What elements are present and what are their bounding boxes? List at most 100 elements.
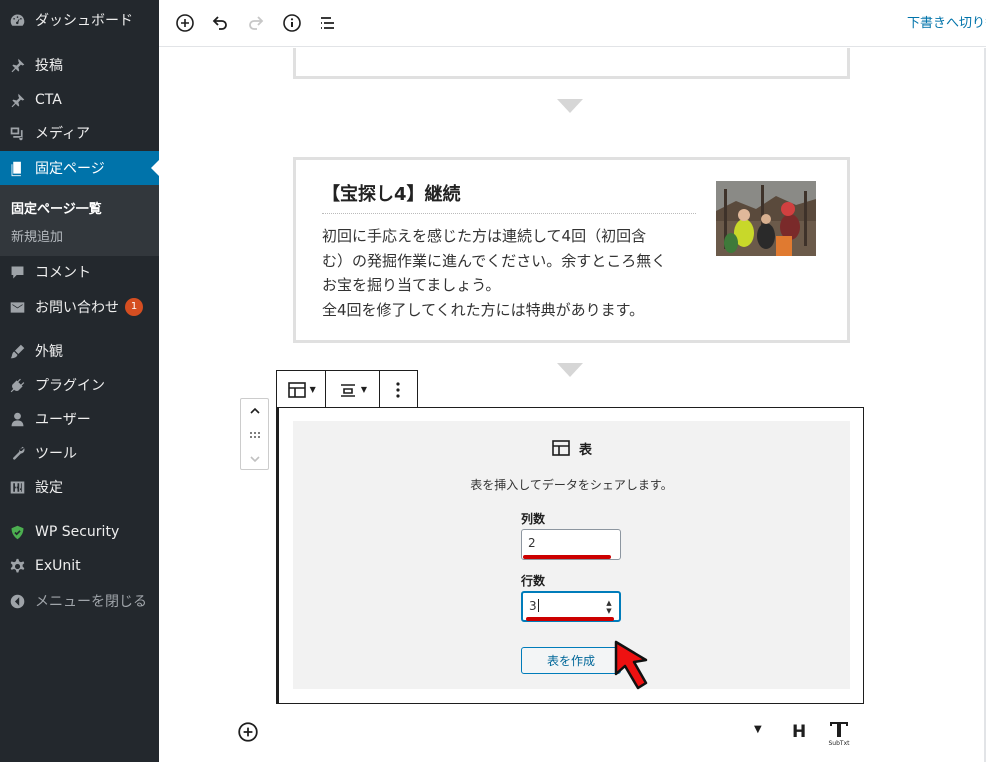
rows-value: 3	[529, 599, 537, 613]
menu-media[interactable]: メディア	[0, 116, 159, 150]
menu-wp-security[interactable]: WP Security	[0, 515, 159, 549]
switch-to-draft-link[interactable]: 下書きへ切り替え	[907, 12, 986, 31]
menu-label: プラグイン	[35, 378, 105, 394]
create-table-button[interactable]: 表を作成	[521, 647, 621, 674]
step-title: 【宝探し4】継続	[322, 184, 461, 205]
dashboard-icon	[9, 12, 26, 29]
collapse-arrow-icon	[9, 593, 26, 610]
user-icon	[9, 411, 26, 428]
submenu-pages-new[interactable]: 新規追加	[11, 226, 63, 245]
block-toolbar: ▼ ▼	[276, 370, 418, 408]
title-divider	[322, 213, 696, 214]
menu-label: ExUnit	[35, 558, 81, 574]
info-icon	[283, 14, 301, 32]
drag-handle[interactable]	[241, 423, 268, 447]
menu-cta[interactable]: CTA	[0, 83, 159, 117]
table-icon	[552, 440, 570, 456]
pages-submenu: 固定ページ一覧 新規追加	[0, 185, 159, 256]
menu-users[interactable]: ユーザー	[0, 402, 159, 436]
menu-appearance[interactable]: 外観	[0, 334, 159, 368]
outline-button[interactable]	[314, 9, 342, 37]
menu-label: 設定	[35, 480, 63, 496]
menu-label: 固定ページ	[35, 161, 105, 177]
plus-circle-icon	[238, 722, 258, 742]
menu-label: WP Security	[35, 524, 120, 540]
menu-label: ツール	[35, 446, 77, 462]
table-icon	[287, 381, 306, 398]
menu-collapse[interactable]: メニューを閉じる	[0, 584, 159, 618]
wrench-icon	[9, 445, 26, 462]
menu-label: 投稿	[35, 58, 63, 74]
highlight-underline	[526, 617, 614, 621]
editor-canvas: 【宝探し4】継続 初回に手応えを感じた方は連続して4回（初回含 む）の発掘作業に…	[159, 48, 986, 762]
menu-plugins[interactable]: プラグイン	[0, 368, 159, 402]
menu-dashboard[interactable]: ダッシュボード	[0, 3, 159, 37]
stepper-up-icon: ▲	[606, 599, 612, 607]
editor-toolbar: 下書きへ切り替え	[159, 0, 986, 47]
red-pointer-arrow-icon	[614, 640, 648, 690]
heading-button[interactable]: H	[792, 722, 806, 742]
undo-button[interactable]	[206, 9, 234, 37]
previous-step-block[interactable]	[293, 48, 850, 79]
caret-down-icon: ▼	[360, 385, 367, 394]
comment-icon	[9, 264, 26, 281]
columns-value: 2	[528, 536, 536, 550]
step-block[interactable]: 【宝探し4】継続 初回に手応えを感じた方は連続して4回（初回含 む）の発掘作業に…	[293, 157, 850, 343]
mail-icon	[9, 299, 26, 316]
menu-comments[interactable]: コメント	[0, 255, 159, 289]
subtext-icon	[830, 722, 848, 737]
rows-label: 行数	[521, 574, 546, 588]
submenu-pages-list[interactable]: 固定ページ一覧	[11, 198, 102, 217]
subtext-label: SubTxt	[828, 740, 850, 747]
arrow-down-divider	[557, 99, 583, 113]
settings-sliders-icon	[9, 479, 26, 496]
arrow-down-divider	[557, 363, 583, 377]
subtext-button[interactable]: SubTxt	[826, 719, 852, 747]
plus-circle-icon	[176, 14, 194, 32]
body-line: 全4回を修了してくれた方には特典があります。	[322, 300, 645, 319]
body-line: お宝を掘り当てましょう。	[322, 276, 501, 294]
pin-icon	[9, 57, 26, 74]
vertical-ellipsis-icon	[396, 381, 400, 398]
menu-label: CTA	[35, 92, 62, 108]
table-placeholder: 表 表を挿入してデータをシェアします。 列数 2 行数 3 ▲ ▼ 表を作成	[293, 421, 850, 689]
shield-icon	[9, 524, 26, 541]
menu-pages[interactable]: 固定ページ	[0, 151, 159, 185]
move-up-button[interactable]	[241, 399, 268, 423]
paintbrush-icon	[9, 343, 26, 360]
menu-exunit[interactable]: ExUnit	[0, 549, 159, 583]
move-down-button[interactable]	[241, 447, 268, 471]
menu-label: ダッシュボード	[35, 13, 133, 29]
redo-button[interactable]	[242, 9, 270, 37]
menu-label: 外観	[35, 344, 63, 360]
block-mover	[240, 398, 269, 470]
menu-tools[interactable]: ツール	[0, 436, 159, 470]
more-options-button[interactable]	[380, 371, 417, 408]
menu-label: ユーザー	[35, 412, 91, 428]
menu-posts[interactable]: 投稿	[0, 48, 159, 82]
menu-settings[interactable]: 設定	[0, 470, 159, 504]
table-block[interactable]: 表 表を挿入してデータをシェアします。 列数 2 行数 3 ▲ ▼ 表を作成	[276, 407, 864, 704]
number-stepper[interactable]: ▲ ▼	[605, 599, 613, 615]
placeholder-title-text: 表	[578, 442, 592, 458]
caret-down-icon[interactable]: ▼	[754, 724, 762, 735]
pin-icon	[9, 92, 26, 109]
body-line: 初回に手応えを感じた方は連続して4回（初回含	[322, 227, 647, 245]
menu-contact[interactable]: お問い合わせ 1	[0, 290, 159, 324]
highlight-underline	[523, 555, 611, 559]
notification-badge: 1	[125, 298, 143, 316]
step-body: 初回に手応えを感じた方は連続して4回（初回含 む）の発掘作業に進んでください。余…	[322, 224, 696, 322]
inline-inserter-button[interactable]	[237, 721, 259, 743]
media-icon	[9, 125, 26, 142]
admin-sidebar: ダッシュボード 投稿 CTA メディア 固定ページ 固定ページ一覧 新規追加 コ…	[0, 0, 159, 762]
pages-icon	[9, 160, 26, 177]
menu-label: コメント	[35, 265, 91, 281]
add-block-button[interactable]	[171, 9, 199, 37]
text-caret	[537, 599, 539, 612]
block-type-switcher[interactable]: ▼	[277, 371, 327, 408]
menu-label: お問い合わせ	[35, 300, 119, 316]
alignment-dropdown[interactable]: ▼	[326, 371, 380, 408]
info-button[interactable]	[278, 9, 306, 37]
chevron-up-icon	[249, 407, 260, 414]
placeholder-title: 表	[293, 438, 850, 458]
